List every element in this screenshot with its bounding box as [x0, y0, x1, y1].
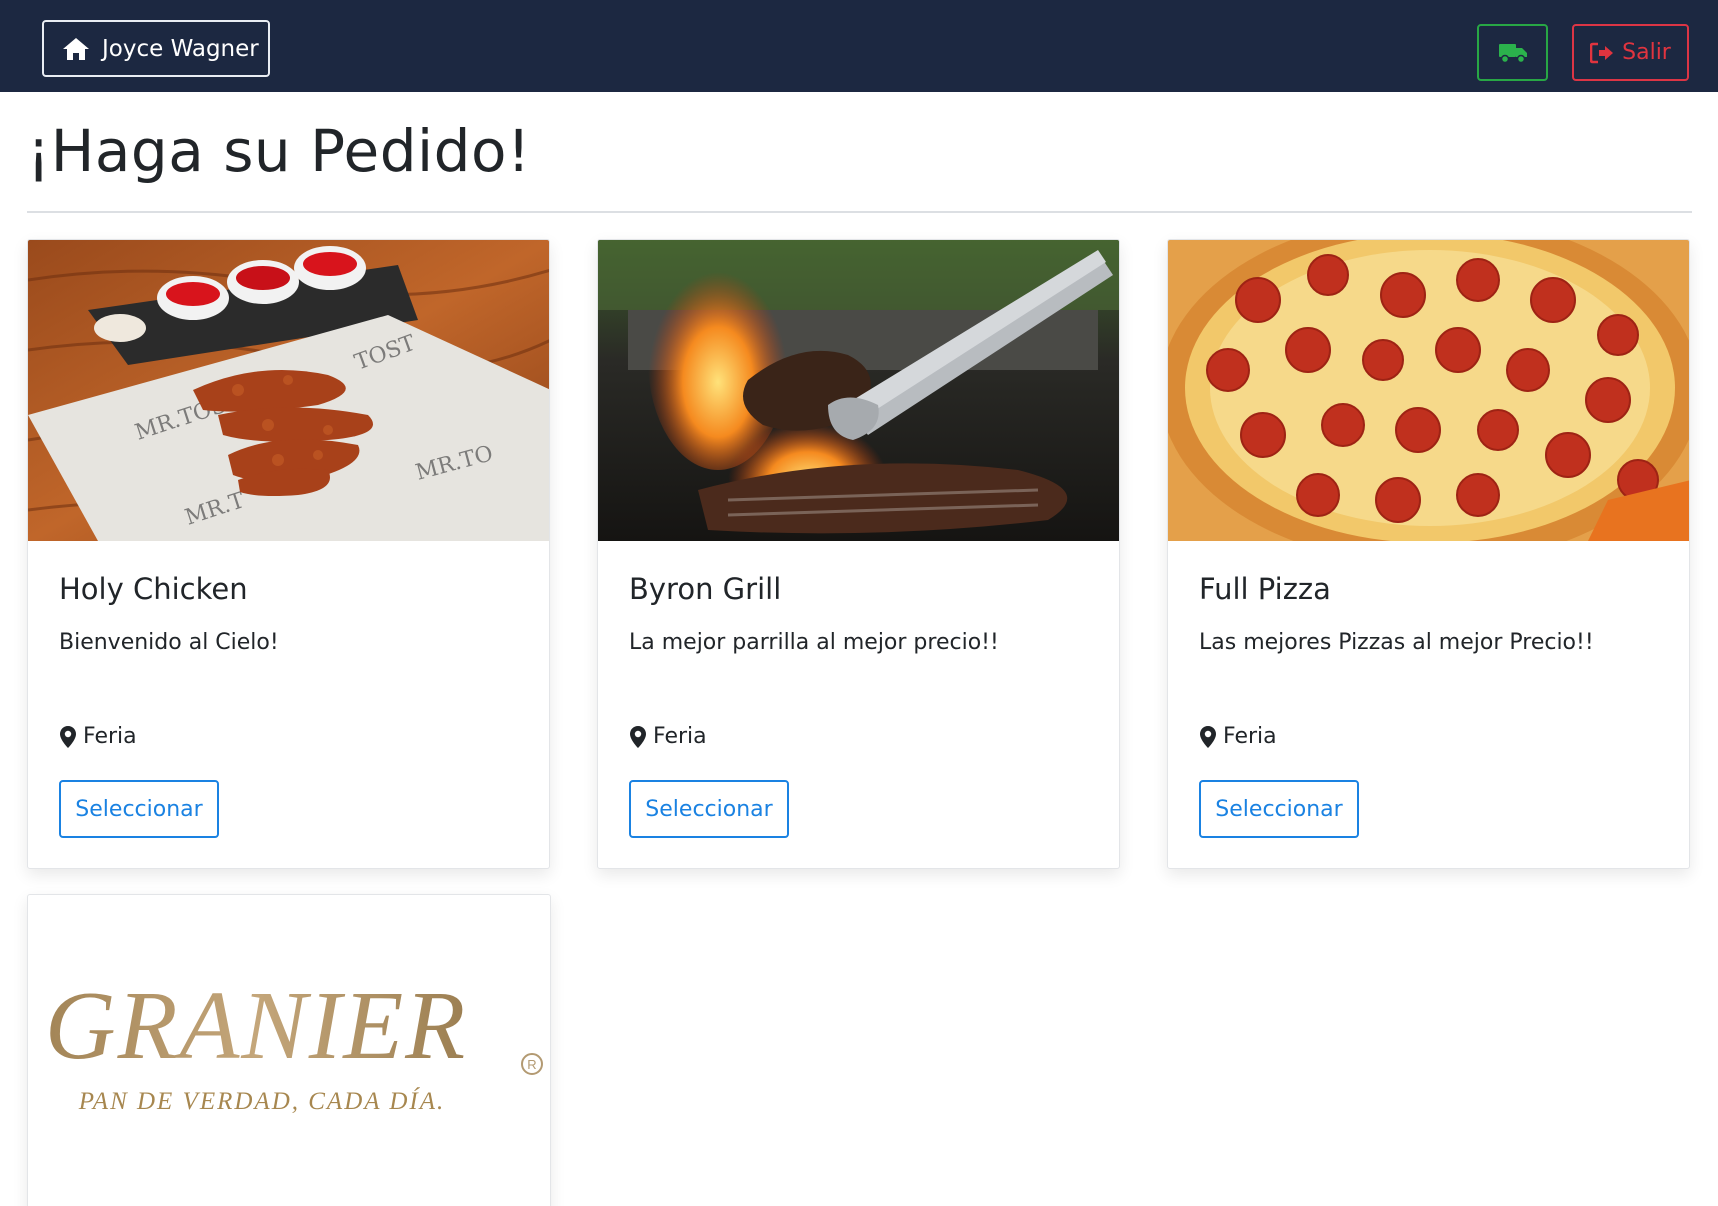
page-title: ¡Haga su Pedido! [27, 117, 531, 185]
restaurant-card-byron-grill: Byron Grill La mejor parrilla al mejor p… [597, 239, 1120, 869]
restaurant-description: Bienvenido al Cielo! [59, 630, 279, 655]
select-button[interactable]: Seleccionar [59, 780, 219, 838]
user-name: Joyce Wagner [102, 35, 259, 62]
restaurant-name: Byron Grill [629, 572, 782, 606]
location-label: Feria [83, 724, 137, 749]
user-home-button[interactable]: Joyce Wagner [42, 20, 270, 77]
select-button[interactable]: Seleccionar [629, 780, 789, 838]
restaurant-location: Feria [629, 724, 707, 749]
restaurant-name: Holy Chicken [59, 572, 248, 606]
exit-label: Salir [1622, 40, 1671, 65]
svg-text:R: R [527, 1057, 536, 1072]
fried-chicken-photo: MR.TOST TOST MR.TO MR.T [28, 240, 549, 541]
sign-out-icon [1590, 42, 1614, 63]
select-button[interactable]: Seleccionar [1199, 780, 1359, 838]
home-icon [63, 37, 89, 60]
restaurant-location: Feria [1199, 724, 1277, 749]
grill-fire-photo [598, 240, 1119, 541]
truck-icon [1498, 43, 1527, 63]
restaurant-card-granier: GRANIER R PAN DE VERDAD, CADA DÍA. [27, 894, 551, 1206]
map-marker-icon [1200, 725, 1216, 748]
restaurant-name: Full Pizza [1199, 572, 1331, 606]
restaurant-description: La mejor parrilla al mejor precio!! [629, 630, 999, 655]
title-divider [27, 211, 1692, 213]
svg-text:PAN DE VERDAD, CADA DÍA.: PAN DE VERDAD, CADA DÍA. [78, 1087, 445, 1115]
restaurant-card-full-pizza: Full Pizza Las mejores Pizzas al mejor P… [1167, 239, 1690, 869]
restaurant-location: Feria [59, 724, 137, 749]
svg-text:GRANIER: GRANIER [45, 972, 467, 1080]
map-marker-icon [60, 725, 76, 748]
restaurant-description: Las mejores Pizzas al mejor Precio!! [1199, 630, 1594, 655]
exit-button[interactable]: Salir [1572, 24, 1689, 81]
pepperoni-pizza-photo [1168, 240, 1689, 541]
map-marker-icon [630, 725, 646, 748]
granier-logo: GRANIER R PAN DE VERDAD, CADA DÍA. [45, 972, 543, 1115]
navbar: Joyce Wagner Salir [0, 0, 1718, 92]
restaurant-card-holy-chicken: MR.TOST TOST MR.TO MR.T Holy Chicken Bie… [27, 239, 550, 869]
delivery-button[interactable] [1477, 24, 1548, 81]
location-label: Feria [1223, 724, 1277, 749]
location-label: Feria [653, 724, 707, 749]
